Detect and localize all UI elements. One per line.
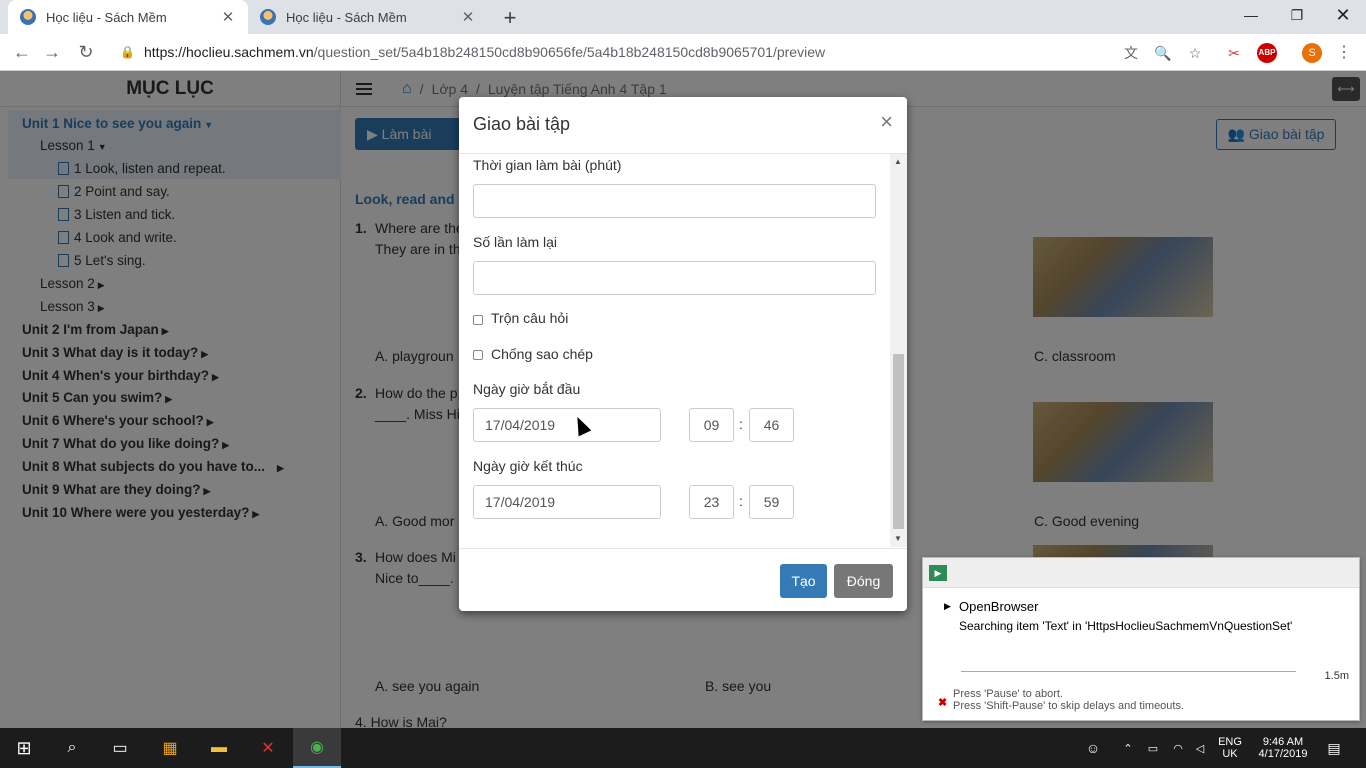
shuffle-label: Trộn câu hỏi [491, 310, 569, 326]
expand-triangle-icon[interactable]: ▶ [944, 601, 951, 612]
close-icon[interactable]: × [880, 111, 893, 133]
create-button[interactable]: Tạo [780, 564, 827, 598]
adblock-icon[interactable]: ABP [1257, 43, 1277, 63]
favicon-icon [260, 9, 276, 25]
back-button[interactable]: ← [10, 41, 34, 65]
anticopy-checkbox[interactable] [473, 350, 483, 360]
clock-time: 9:46 AM [1262, 736, 1304, 748]
clock-date: 4/17/2019 [1258, 748, 1308, 760]
store-icon[interactable]: ▦ [146, 728, 194, 768]
star-icon[interactable]: ☆ [1185, 43, 1205, 63]
minimize-button[interactable]: — [1228, 0, 1274, 30]
ranorex-hint: Press 'Shift-Pause' to skip delays and t… [953, 700, 1185, 712]
restore-button[interactable]: ❐ [1274, 0, 1320, 30]
tab-strip: Học liệu - Sách Mềm ✕ Học liệu - Sách Mề… [0, 0, 1366, 34]
taskbar: ⊞ ⌕ ▭ ▦ ▬ ✕ ◉ ☺ ⌃ ▭ ◠ ◁ ENG UK 9:46 AM 4… [0, 728, 1366, 768]
end-date-input[interactable]: 17/04/2019 [473, 485, 661, 519]
ranorex-header: ▶ [923, 558, 1359, 588]
url-host: https://hoclieu.sachmem.vn [144, 44, 314, 60]
close-button[interactable]: Đóng [834, 564, 893, 598]
language-code: ENG [1218, 736, 1242, 748]
ranorex-logo-icon: ▶ [929, 565, 947, 581]
ranorex-status: Searching item 'Text' in 'HttpsHoclieuSa… [959, 619, 1293, 633]
tab-title: Học liệu - Sách Mềm [46, 9, 167, 25]
zoom-icon[interactable]: 🔍 [1153, 43, 1173, 63]
ranorex-popup: ▶ ▶ OpenBrowser Searching item 'Text' in… [922, 557, 1360, 721]
profile-avatar[interactable]: S [1302, 43, 1322, 63]
scroll-down-icon[interactable]: ▼ [894, 534, 902, 543]
close-tab-icon[interactable]: ✕ [460, 8, 476, 26]
url-path: /question_set/5a4b18b248150cd8b90656fe/5… [313, 44, 826, 60]
extension-icon[interactable]: ✂ [1224, 43, 1244, 63]
notifications-icon[interactable]: ▤ [1322, 728, 1346, 768]
retry-label: Số lần làm lại [473, 234, 558, 250]
tab-active[interactable]: Học liệu - Sách Mềm ✕ [8, 0, 248, 34]
tab-inactive[interactable]: Học liệu - Sách Mềm ✕ [248, 0, 488, 34]
volume-icon[interactable]: ◁ [1190, 728, 1210, 768]
chevron-up-icon[interactable]: ⌃ [1118, 728, 1138, 768]
task-view-icon[interactable]: ▭ [96, 728, 144, 768]
wifi-icon[interactable]: ◠ [1168, 728, 1188, 768]
language-indicator[interactable]: ENG UK [1214, 728, 1246, 768]
chrome-icon[interactable]: ◉ [293, 728, 341, 768]
retry-input[interactable] [473, 261, 876, 295]
search-icon[interactable]: ⌕ [48, 728, 96, 768]
forward-button[interactable]: → [40, 41, 64, 65]
favicon-icon [20, 9, 36, 25]
close-window-button[interactable]: ✕ [1320, 0, 1366, 30]
time-label: Thời gian làm bài (phút) [473, 157, 622, 173]
ranorex-app-icon[interactable]: ✕ [244, 728, 292, 768]
scrollbar-thumb[interactable] [893, 354, 904, 529]
scroll-up-icon[interactable]: ▲ [894, 157, 902, 166]
keyboard-code: UK [1222, 748, 1238, 760]
time-colon: : [739, 416, 743, 432]
clock[interactable]: 9:46 AM 4/17/2019 [1252, 728, 1314, 768]
new-tab-button[interactable]: + [498, 5, 522, 31]
ranorex-time: 1.5m [1324, 670, 1349, 682]
start-label: Ngày giờ bắt đầu [473, 381, 581, 397]
battery-icon[interactable]: ▭ [1143, 728, 1163, 768]
end-minute-input[interactable]: 59 [749, 485, 794, 519]
ranorex-hint: Press 'Pause' to abort. [953, 688, 1063, 700]
modal-scrollbar[interactable]: ▲ ▼ [890, 154, 907, 547]
ranorex-progress [961, 671, 1296, 672]
time-colon: : [739, 493, 743, 509]
reload-button[interactable]: ↻ [74, 41, 98, 65]
end-label: Ngày giờ kết thúc [473, 458, 583, 474]
address-bar[interactable]: 🔒 https://hoclieu.sachmem.vn/question_se… [110, 37, 1210, 67]
modal-header: Giao bài tập × [459, 97, 907, 154]
modal-body: Thời gian làm bài (phút) Số lần làm lại … [459, 154, 907, 547]
modal-title: Giao bài tập [473, 114, 571, 134]
abort-icon[interactable]: ✖ [938, 696, 947, 709]
modal-footer: Tạo Đóng [459, 548, 907, 611]
people-icon[interactable]: ☺ [1082, 728, 1104, 768]
anticopy-label: Chống sao chép [491, 346, 593, 362]
shuffle-checkbox[interactable] [473, 315, 483, 325]
translate-icon[interactable]: 文 [1121, 43, 1141, 63]
browser-toolbar: ← → ↻ 🔒 https://hoclieu.sachmem.vn/quest… [0, 34, 1366, 71]
ranorex-title: OpenBrowser [959, 599, 1039, 614]
tab-title: Học liệu - Sách Mềm [286, 9, 407, 25]
menu-icon[interactable]: ⋮ [1334, 43, 1354, 63]
start-date-input[interactable]: 17/04/2019 [473, 408, 661, 442]
close-tab-icon[interactable]: ✕ [220, 8, 236, 26]
end-hour-input[interactable]: 23 [689, 485, 734, 519]
file-explorer-icon[interactable]: ▬ [195, 728, 243, 768]
windows-start-icon[interactable]: ⊞ [0, 728, 48, 768]
start-minute-input[interactable]: 46 [749, 408, 794, 442]
assign-modal: Giao bài tập × Thời gian làm bài (phút) … [459, 97, 907, 611]
time-input[interactable] [473, 184, 876, 218]
lock-icon: 🔒 [120, 45, 135, 59]
start-hour-input[interactable]: 09 [689, 408, 734, 442]
